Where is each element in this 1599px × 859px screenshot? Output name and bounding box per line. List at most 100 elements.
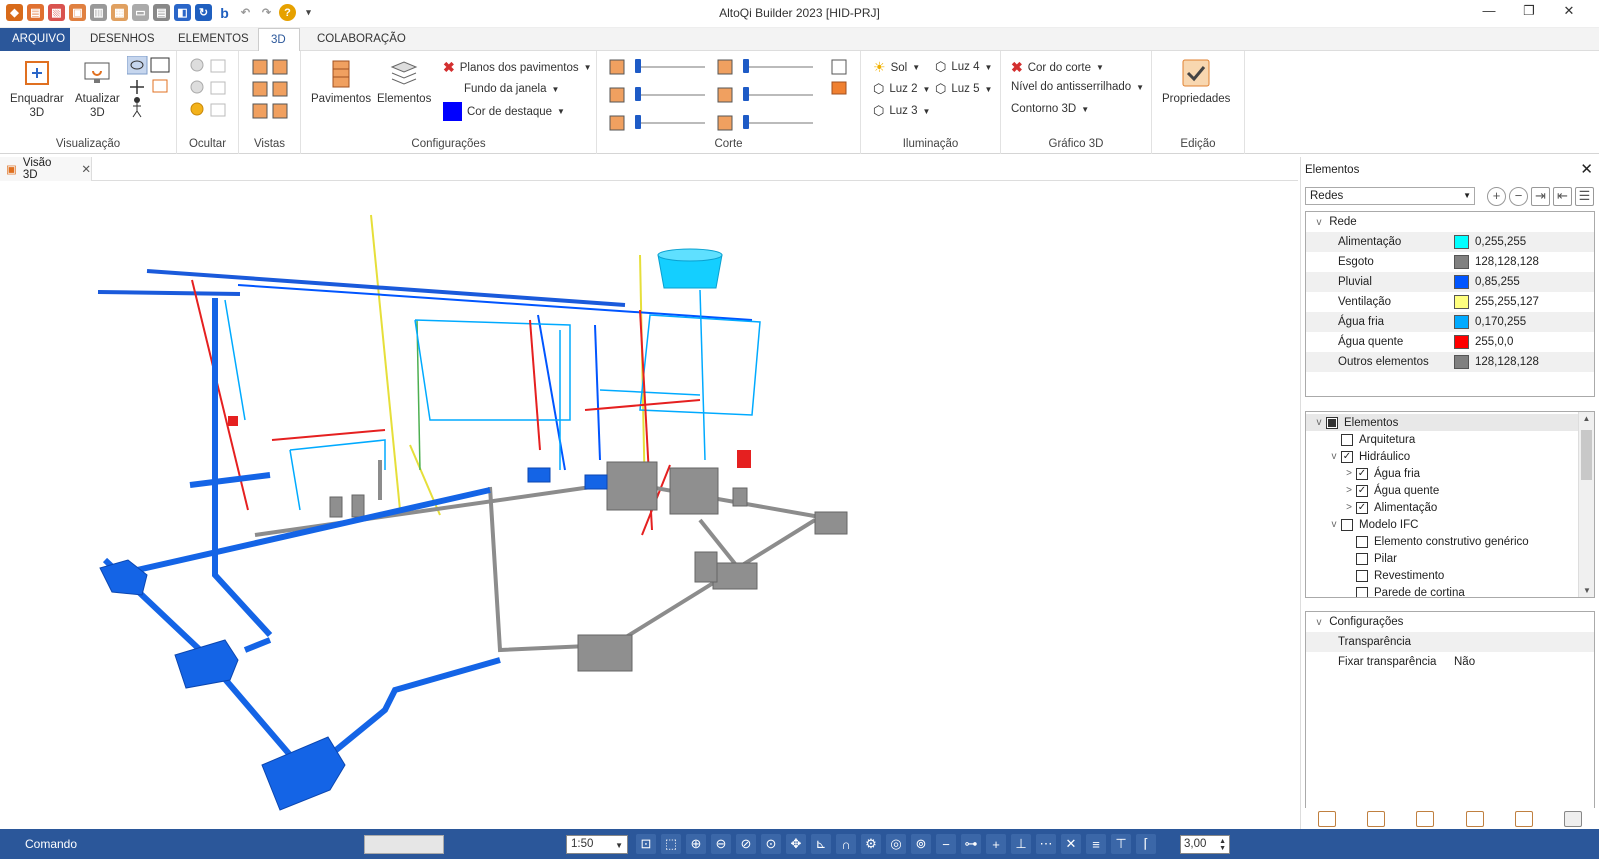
checkbox[interactable]: ✓ (1356, 467, 1368, 480)
expander-icon[interactable]: v (1327, 451, 1341, 462)
cut-slider-1[interactable] (635, 59, 705, 75)
expander-icon[interactable]: v (1312, 417, 1326, 428)
zoom-out-icon[interactable]: ⊖ (711, 834, 731, 854)
tree-item[interactable]: Parede de cortina (1306, 584, 1594, 597)
elementos-button[interactable]: Elementos (377, 57, 431, 106)
tab-elementos[interactable]: ELEMENTOS (166, 28, 261, 51)
tab-arquivo[interactable]: ARQUIVO (0, 28, 70, 51)
extension-icon[interactable]: ⋯ (1036, 834, 1056, 854)
magnet-icon[interactable]: ∩ (836, 834, 856, 854)
equipment-2[interactable] (669, 467, 719, 515)
cor-corte-button[interactable]: ✖ Cor do corte ▼ (1011, 59, 1104, 76)
import-icon[interactable]: ⇥ (1531, 187, 1550, 206)
vertical-icon[interactable]: ⊤ (1111, 834, 1131, 854)
atualizar-3d-button[interactable]: Atualizar 3D (75, 57, 120, 120)
rede-section[interactable]: v Rede (1306, 212, 1594, 232)
propriedades-button[interactable]: Propriedades (1162, 57, 1230, 106)
scroll-up-icon[interactable]: ▲ (1579, 414, 1594, 423)
close-button[interactable]: ✕ (1549, 3, 1589, 19)
cut-slider-2[interactable] (635, 87, 705, 103)
hot-water-fitting[interactable] (228, 416, 238, 426)
expander-icon[interactable]: > (1342, 468, 1356, 479)
color-swatch[interactable] (1454, 275, 1469, 289)
color-swatch[interactable] (1454, 315, 1469, 329)
tree-item[interactable]: > ✓ Alimentação (1306, 499, 1594, 516)
tree-item[interactable]: Revestimento (1306, 567, 1594, 584)
panel-close-icon[interactable]: ✕ (1580, 160, 1593, 178)
minimize-button[interactable]: — (1469, 3, 1509, 19)
checkbox[interactable] (1356, 569, 1368, 582)
config-row[interactable]: Transparência (1306, 632, 1594, 652)
export-icon[interactable]: ⇤ (1553, 187, 1572, 206)
perpendicular-icon[interactable]: ⊥ (1011, 834, 1031, 854)
rede-row[interactable]: Outros elementos 128,128,128 (1306, 352, 1594, 372)
rede-row[interactable]: Água fria 0,170,255 (1306, 312, 1594, 332)
tree-item[interactable]: v Elementos (1306, 414, 1594, 431)
scale-select[interactable]: 1:50 ▼ (566, 835, 628, 854)
align-icon[interactable]: ≡ (1086, 834, 1106, 854)
rede-row[interactable]: Pluvial 0,85,255 (1306, 272, 1594, 292)
panel-tab-5-icon[interactable] (1514, 811, 1533, 827)
command-input[interactable] (364, 835, 444, 854)
zoom-extents-icon[interactable]: ⬚ (661, 834, 681, 854)
rede-row[interactable]: Ventilação 255,255,127 (1306, 292, 1594, 312)
tank-1[interactable] (694, 551, 718, 583)
checkbox[interactable]: ✓ (1356, 501, 1368, 514)
luz3-button[interactable]: ⬡ Luz 3 ▼ (873, 103, 930, 119)
checkbox[interactable]: ✓ (1341, 450, 1353, 463)
restore-button[interactable]: ❐ (1509, 3, 1549, 19)
luz4-button[interactable]: ⬡ Luz 4 ▼ (935, 59, 992, 75)
center-icon[interactable]: ⊚ (911, 834, 931, 854)
expander-icon[interactable]: v (1327, 519, 1341, 530)
tab-desenhos[interactable]: DESENHOS (78, 28, 167, 51)
planos-pavimentos-button[interactable]: ✖ Planos dos pavimentos ▼ (443, 59, 592, 76)
antisserrilhado-dropdown[interactable]: Nível do antisserrilhado ▼ (1011, 81, 1144, 93)
color-swatch[interactable] (1454, 295, 1469, 309)
checkbox[interactable] (1341, 433, 1353, 446)
close-tab-icon[interactable]: ✕ (81, 162, 91, 176)
pluvial-box-5[interactable] (584, 474, 608, 490)
view-cubes-icon[interactable] (251, 57, 291, 121)
tree-item[interactable]: v Modelo IFC (1306, 516, 1594, 533)
zoom-next-icon[interactable]: ⊙ (761, 834, 781, 854)
tree-item[interactable]: v ✓ Hidráulico (1306, 448, 1594, 465)
pan-icon[interactable]: ✥ (786, 834, 806, 854)
cut-slider-5[interactable] (743, 87, 813, 103)
rede-row[interactable]: Esgoto 128,128,128 (1306, 252, 1594, 272)
cut-slider-6[interactable] (743, 115, 813, 131)
sol-button[interactable]: ☀ Sol ▼ (873, 59, 920, 76)
checkbox[interactable] (1356, 586, 1368, 597)
hydraulic-3d-model[interactable] (0, 181, 1294, 829)
zoom-previous-icon[interactable]: ⊘ (736, 834, 756, 854)
cut-slider-4[interactable] (743, 59, 813, 75)
checkbox[interactable] (1356, 552, 1368, 565)
settings-icon[interactable]: ⚙ (861, 834, 881, 854)
fundo-janela-button[interactable]: Fundo da janela ▼ (443, 81, 559, 97)
color-swatch[interactable] (1454, 235, 1469, 249)
equipment-1[interactable] (606, 461, 658, 511)
color-swatch[interactable] (1454, 335, 1469, 349)
tree-item[interactable]: Arquitetura (1306, 431, 1594, 448)
panel-tab-1-icon[interactable] (1317, 811, 1336, 827)
remove-icon[interactable]: − (1509, 187, 1528, 206)
add-icon[interactable]: + (1487, 187, 1506, 206)
cut-slider-3[interactable] (635, 115, 705, 131)
snap-icon[interactable]: ◎ (886, 834, 906, 854)
line-icon[interactable]: − (936, 834, 956, 854)
color-swatch[interactable] (1454, 255, 1469, 269)
cut-cubes-right-icon[interactable] (715, 58, 737, 138)
tab-colaboracao[interactable]: COLABORAÇÃO (305, 28, 418, 51)
panel-tab-3-icon[interactable] (1416, 811, 1435, 827)
inspection-box-3[interactable] (814, 511, 848, 535)
tab-visao-3d[interactable]: ▣ Visão 3D ✕ (0, 157, 92, 181)
inspection-box-1[interactable] (577, 634, 633, 672)
checkbox[interactable] (1341, 518, 1353, 531)
cut-box-icon[interactable] (829, 58, 851, 98)
checkbox[interactable] (1326, 416, 1338, 429)
zoom-in-icon[interactable]: ⊕ (686, 834, 706, 854)
tree-item[interactable]: > ✓ Água quente (1306, 482, 1594, 499)
cross-icon[interactable]: + (986, 834, 1006, 854)
hide-tools-icon[interactable] (189, 57, 229, 121)
luz5-button[interactable]: ⬡ Luz 5 ▼ (935, 81, 992, 97)
value-stepper[interactable]: 3,00 ▲ ▼ (1180, 835, 1230, 854)
